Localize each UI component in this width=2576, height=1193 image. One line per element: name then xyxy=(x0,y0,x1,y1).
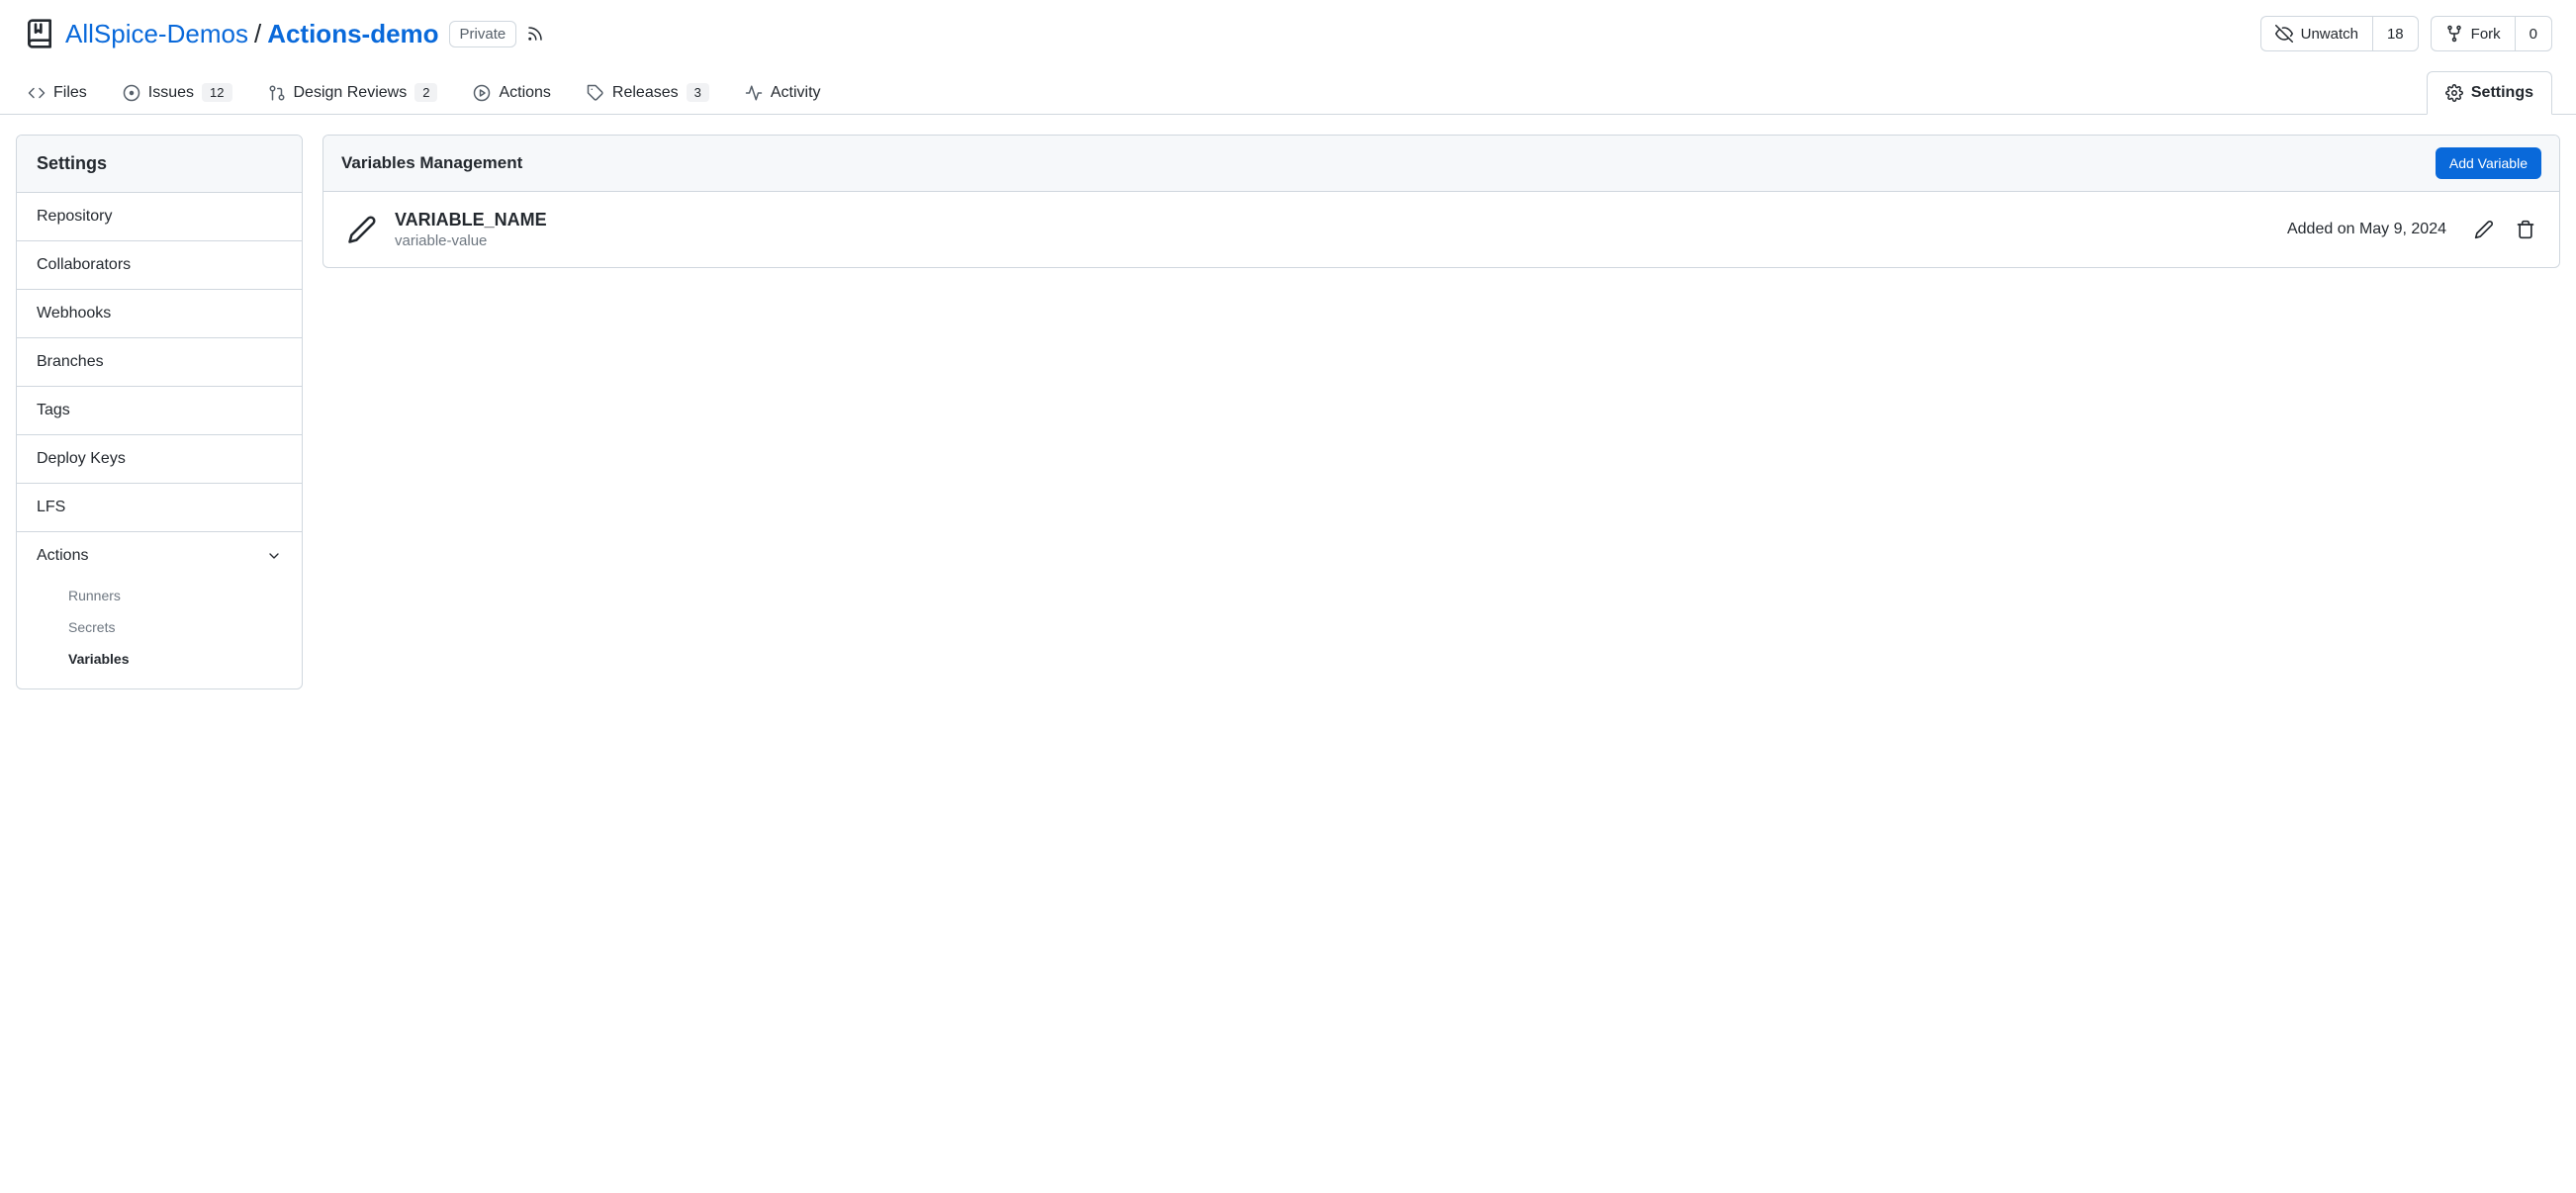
edit-variable-icon[interactable] xyxy=(2474,220,2494,239)
variable-right: Added on May 9, 2024 xyxy=(2287,220,2535,239)
variable-row: VARIABLE_NAME variable-value Added on Ma… xyxy=(323,192,2559,267)
sidebar-item-collaborators[interactable]: Collaborators xyxy=(17,241,302,290)
repo-icon xyxy=(24,18,55,49)
design-reviews-count-badge: 2 xyxy=(414,83,437,102)
panel-header: Variables Management Add Variable xyxy=(323,136,2559,192)
tab-files[interactable]: Files xyxy=(24,72,91,114)
nav-tabs-right: Settings xyxy=(2427,71,2552,114)
unwatch-button[interactable]: Unwatch xyxy=(2260,16,2372,51)
tab-issues[interactable]: Issues 12 xyxy=(119,71,236,114)
settings-sidebar: Settings Repository Collaborators Webhoo… xyxy=(16,135,303,689)
rss-icon[interactable] xyxy=(526,25,544,43)
chevron-down-icon xyxy=(266,548,282,564)
sidebar-sub-variables[interactable]: Variables xyxy=(17,643,302,675)
sidebar-sub-runners[interactable]: Runners xyxy=(17,580,302,611)
sidebar-sub-secrets[interactable]: Secrets xyxy=(17,611,302,643)
main-layout: Settings Repository Collaborators Webhoo… xyxy=(0,115,2576,709)
variable-left: VARIABLE_NAME variable-value xyxy=(347,210,547,249)
add-variable-button[interactable]: Add Variable xyxy=(2436,147,2541,179)
breadcrumb: AllSpice-Demos / Actions-demo xyxy=(65,19,439,49)
tab-actions-label: Actions xyxy=(499,84,550,102)
tab-design-reviews-label: Design Reviews xyxy=(294,84,408,102)
variable-text: VARIABLE_NAME variable-value xyxy=(395,210,547,249)
sidebar-item-repository[interactable]: Repository xyxy=(17,193,302,241)
variable-added-date: Added on May 9, 2024 xyxy=(2287,221,2446,238)
repo-header: AllSpice-Demos / Actions-demo Private Un… xyxy=(0,0,2576,59)
watch-count[interactable]: 18 xyxy=(2372,16,2419,51)
tab-design-reviews[interactable]: Design Reviews 2 xyxy=(264,71,442,114)
unwatch-label: Unwatch xyxy=(2301,26,2358,43)
fork-button[interactable]: Fork xyxy=(2431,16,2515,51)
tab-activity[interactable]: Activity xyxy=(741,72,825,114)
sidebar-item-branches[interactable]: Branches xyxy=(17,338,302,387)
sidebar-item-lfs[interactable]: LFS xyxy=(17,484,302,532)
tab-settings[interactable]: Settings xyxy=(2427,71,2552,115)
visibility-badge: Private xyxy=(449,21,517,47)
breadcrumb-owner[interactable]: AllSpice-Demos xyxy=(65,19,248,49)
issues-count-badge: 12 xyxy=(202,83,231,102)
delete-variable-icon[interactable] xyxy=(2516,220,2535,239)
header-actions: Unwatch 18 Fork 0 xyxy=(2260,16,2552,51)
watch-group: Unwatch 18 xyxy=(2260,16,2419,51)
sidebar-item-webhooks[interactable]: Webhooks xyxy=(17,290,302,338)
fork-count[interactable]: 0 xyxy=(2515,16,2552,51)
variable-actions xyxy=(2474,220,2535,239)
tab-activity-label: Activity xyxy=(771,84,821,102)
tab-issues-label: Issues xyxy=(148,84,194,102)
nav-tabs-left: Files Issues 12 Design Reviews 2 Actions… xyxy=(24,71,825,114)
fork-group: Fork 0 xyxy=(2431,16,2552,51)
repo-title-group: AllSpice-Demos / Actions-demo Private xyxy=(24,18,544,49)
sidebar-item-actions[interactable]: Actions xyxy=(17,532,302,580)
tab-releases[interactable]: Releases 3 xyxy=(583,71,713,114)
sidebar-actions-submenu: Runners Secrets Variables xyxy=(17,580,302,688)
tab-releases-label: Releases xyxy=(612,84,679,102)
panel-title: Variables Management xyxy=(341,153,522,173)
variable-value: variable-value xyxy=(395,232,547,249)
repo-nav: Files Issues 12 Design Reviews 2 Actions… xyxy=(0,71,2576,115)
tab-files-label: Files xyxy=(53,84,87,102)
tab-settings-label: Settings xyxy=(2471,84,2533,102)
pencil-icon xyxy=(347,215,377,244)
tab-actions[interactable]: Actions xyxy=(469,72,554,114)
sidebar-title: Settings xyxy=(17,136,302,193)
variable-name: VARIABLE_NAME xyxy=(395,210,547,230)
sidebar-item-tags[interactable]: Tags xyxy=(17,387,302,435)
breadcrumb-repo[interactable]: Actions-demo xyxy=(267,19,438,49)
breadcrumb-separator: / xyxy=(254,19,261,49)
fork-label: Fork xyxy=(2471,26,2501,43)
sidebar-item-deploy-keys[interactable]: Deploy Keys xyxy=(17,435,302,484)
content-panel: Variables Management Add Variable VARIAB… xyxy=(322,135,2560,268)
releases-count-badge: 3 xyxy=(687,83,709,102)
